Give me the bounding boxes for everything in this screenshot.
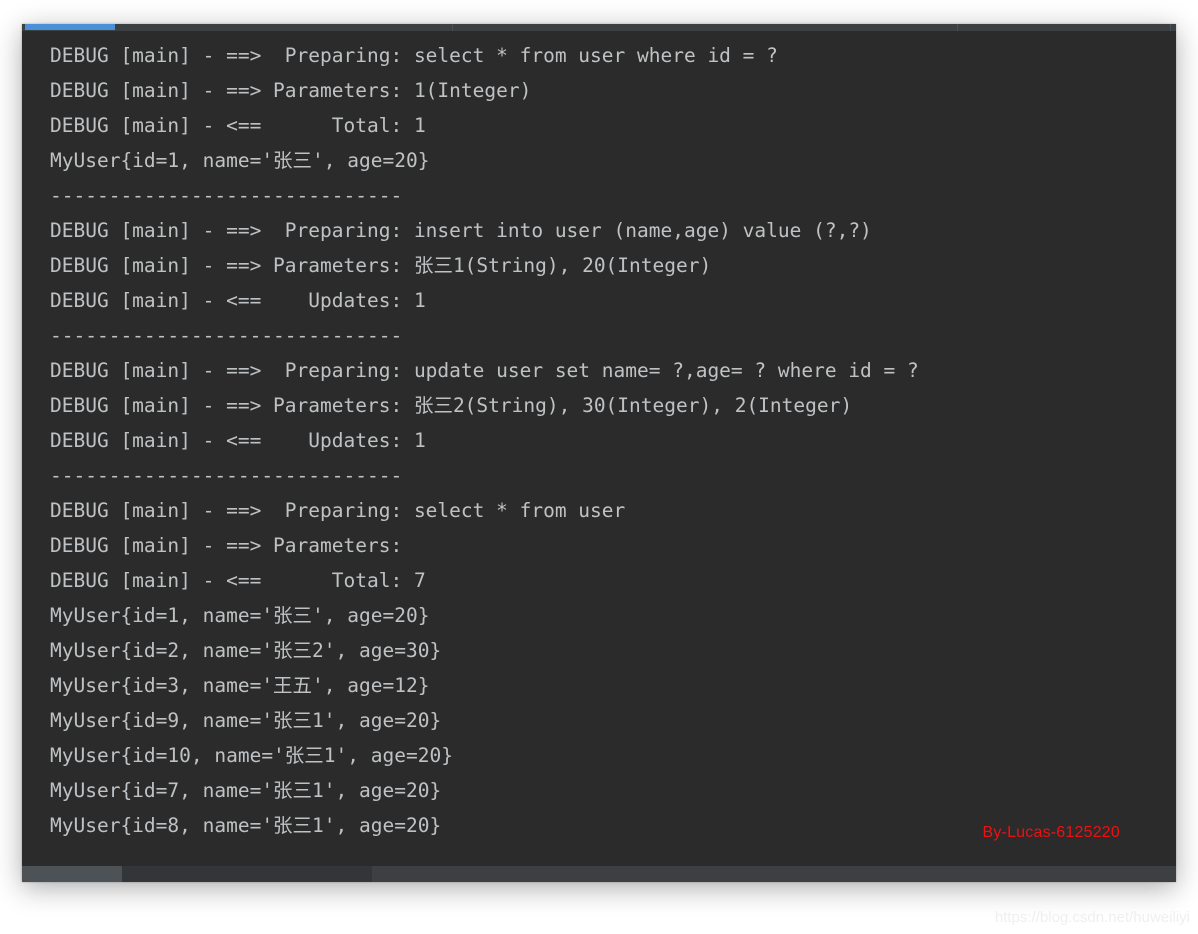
log-line: MyUser{id=10, name='张三1', age=20}: [50, 744, 453, 767]
log-line: DEBUG [main] - ==> Parameters: 张三2(Strin…: [50, 394, 853, 417]
horizontal-scrollbar-thumb[interactable]: [22, 866, 122, 882]
progress-indicator: [25, 24, 115, 30]
author-watermark: By-Lucas-6125220: [982, 824, 1120, 841]
log-line: DEBUG [main] - ==> Parameters: 1(Integer…: [50, 79, 532, 102]
log-line: DEBUG [main] - ==> Preparing: update use…: [50, 359, 919, 382]
log-line: DEBUG [main] - ==> Parameters: 张三1(Strin…: [50, 254, 712, 277]
log-line: DEBUG [main] - <== Total: 7: [50, 569, 426, 592]
log-separator-line: ------------------------------: [50, 184, 403, 207]
horizontal-scrollbar[interactable]: [22, 866, 1176, 882]
strip-divider: [957, 24, 958, 31]
horizontal-scrollbar-track[interactable]: [122, 866, 372, 882]
log-line: DEBUG [main] - ==> Preparing: select * f…: [50, 499, 626, 522]
strip-divider: [1170, 24, 1171, 31]
log-separator-line: ------------------------------: [50, 324, 403, 347]
log-line: DEBUG [main] - ==> Preparing: select * f…: [50, 44, 778, 67]
log-separator-line: ------------------------------: [50, 464, 403, 487]
top-progress-strip: [22, 24, 1176, 31]
log-line: MyUser{id=3, name='王五', age=12}: [50, 674, 430, 697]
log-line: DEBUG [main] - ==> Parameters:: [50, 534, 414, 557]
log-line: DEBUG [main] - <== Updates: 1: [50, 289, 426, 312]
log-line: MyUser{id=2, name='张三2', age=30}: [50, 639, 442, 662]
log-line: MyUser{id=1, name='张三', age=20}: [50, 149, 430, 172]
site-url-watermark: https://blog.csdn.net/huweiliyi: [994, 909, 1190, 926]
log-line: DEBUG [main] - ==> Preparing: insert int…: [50, 219, 872, 242]
console-window: DEBUG [main] - ==> Preparing: select * f…: [22, 24, 1176, 882]
log-line: MyUser{id=1, name='张三', age=20}: [50, 604, 430, 627]
log-line: DEBUG [main] - <== Total: 1: [50, 114, 426, 137]
log-separator-line: ------------------------------: [22, 843, 1176, 860]
strip-divider: [452, 24, 453, 31]
log-output-area[interactable]: DEBUG [main] - ==> Preparing: select * f…: [22, 31, 1176, 860]
log-line: DEBUG [main] - <== Updates: 1: [50, 429, 426, 452]
log-line: MyUser{id=7, name='张三1', age=20}: [50, 779, 442, 802]
log-line: MyUser{id=9, name='张三1', age=20}: [50, 709, 442, 732]
